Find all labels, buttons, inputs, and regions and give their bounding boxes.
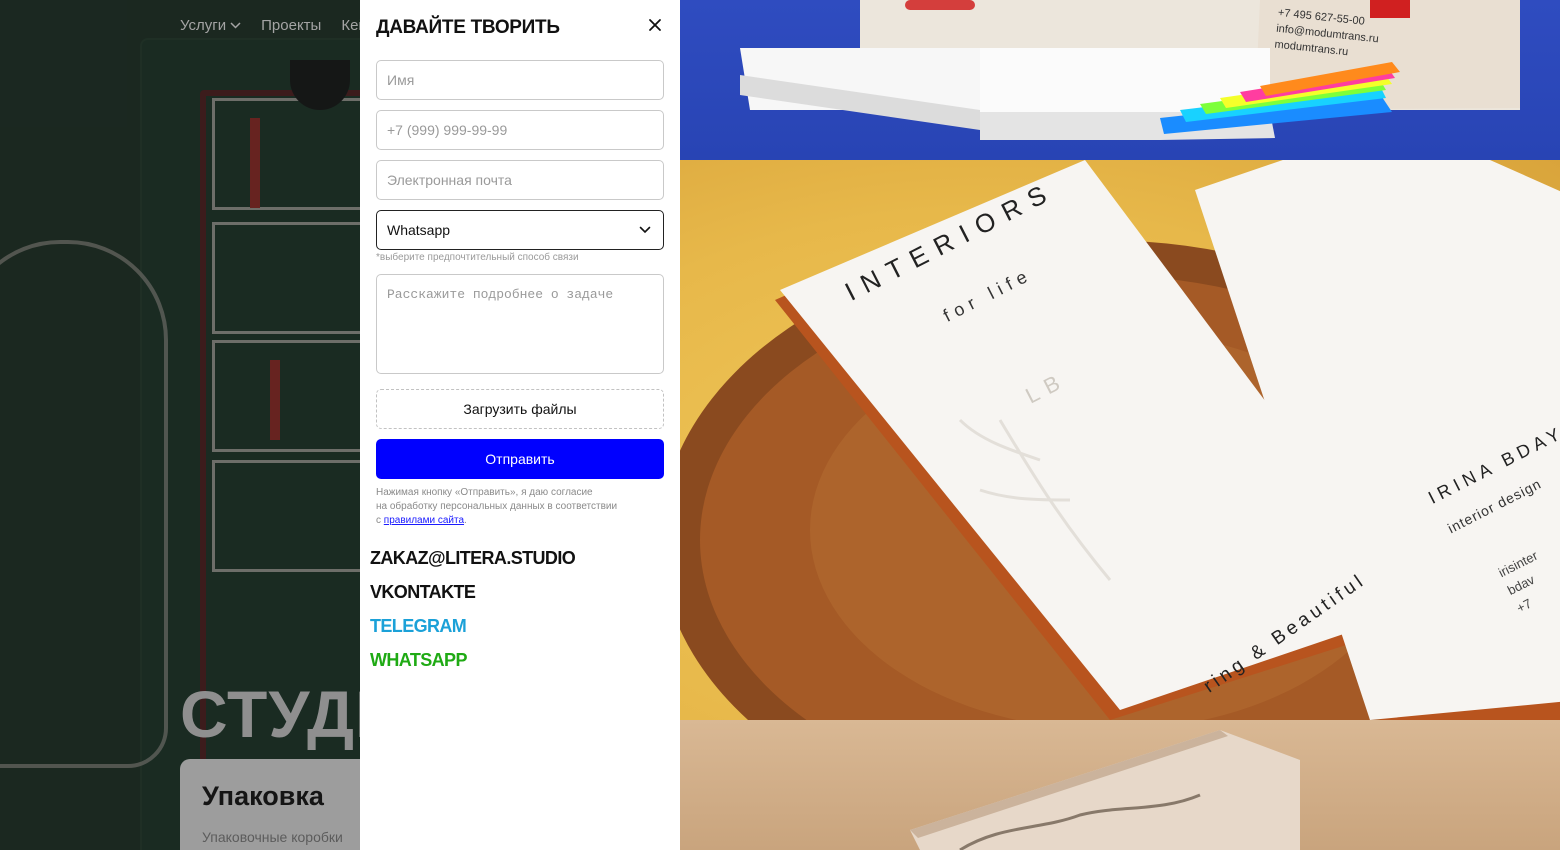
upload-files-button[interactable]: Загрузить файлы (376, 389, 664, 429)
nav-item-cases[interactable]: Кей (341, 17, 360, 34)
contact-email-link[interactable]: ZAKAZ@LITERA.STUDIO (370, 548, 576, 569)
upload-files-label: Загрузить файлы (463, 401, 577, 417)
site-rules-link[interactable]: правилами сайта (384, 515, 464, 526)
gallery-photo-business-cards: INTERIORS for life LB ring & Beautiful I… (680, 160, 1560, 720)
contact-modal: ДАВАЙТЕ ТВОРИТЬ Whatsapp *выберите предп… (360, 0, 680, 850)
consent-text: Нажимая кнопку «Отправить», я даю соглас… (376, 487, 618, 526)
chevron-down-icon (230, 22, 241, 29)
nav-item-projects[interactable]: Проекты (261, 17, 321, 34)
phone-input[interactable] (376, 110, 664, 150)
business-cards-illustration (680, 160, 1560, 720)
book-illustration (910, 730, 1300, 850)
contact-method-value: Whatsapp (387, 222, 451, 238)
page-backdrop: Услуги Проекты Кей СТУДИ Упаковка Упаков… (0, 0, 360, 850)
top-nav: Услуги Проекты Кей (180, 17, 360, 34)
contact-method-hint: *выберите предпочтительный способ связи (376, 252, 579, 263)
service-card-title: Упаковка (202, 781, 324, 811)
submit-button[interactable]: Отправить (376, 439, 664, 479)
task-description-textarea[interactable] (376, 274, 664, 374)
stationery-illustration (740, 0, 1520, 140)
modal-title: ДАВАЙТЕ ТВОРИТЬ (376, 17, 560, 38)
contact-method-select[interactable]: Whatsapp (376, 210, 664, 250)
service-card-subtitle: Упаковочные коробки (202, 829, 343, 845)
gallery-photo-stationery: +7 495 627-55-00 info@modumtrans.ru modu… (680, 0, 1560, 160)
name-input[interactable] (376, 60, 664, 100)
contact-telegram-link[interactable]: TELEGRAM (370, 616, 467, 637)
gallery-photo-book (680, 720, 1560, 850)
contact-whatsapp-link[interactable]: WHATSAPP (370, 650, 467, 671)
contact-vkontakte-link[interactable]: VKONTAKTE (370, 582, 476, 603)
close-icon[interactable] (644, 14, 666, 36)
nav-item-services[interactable]: Услуги (180, 17, 241, 34)
hero-heading: СТУДИ (180, 677, 360, 751)
chevron-down-icon (639, 226, 651, 234)
service-card[interactable]: Упаковка Упаковочные коробки (180, 759, 360, 850)
email-input[interactable] (376, 160, 664, 200)
